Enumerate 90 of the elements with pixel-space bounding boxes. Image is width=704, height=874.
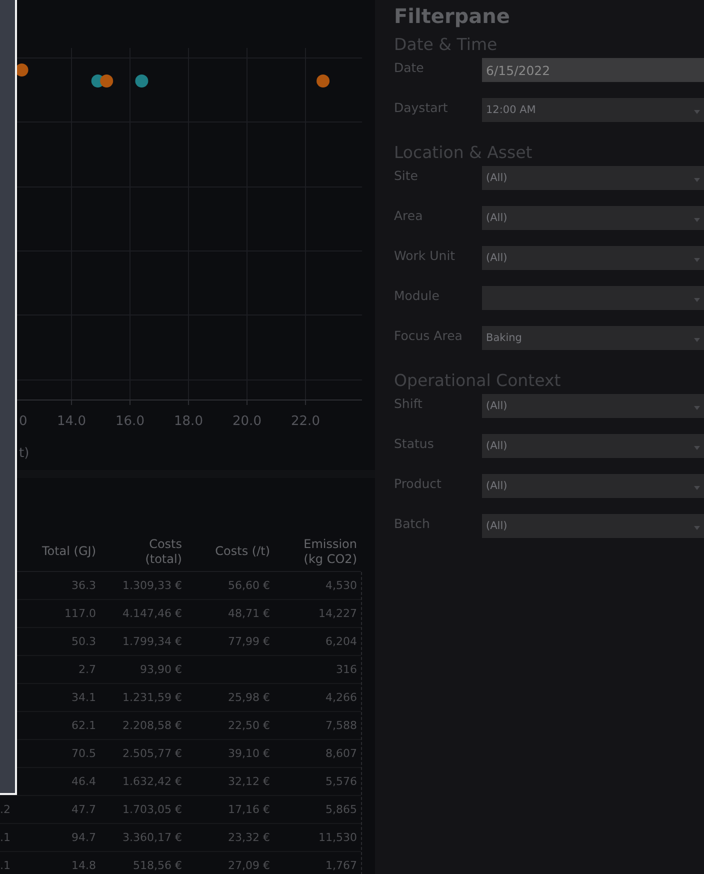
field-label: Date (394, 60, 425, 76)
field-label: Module (394, 288, 440, 304)
field-label: Status (394, 436, 435, 452)
table-cell-text: 14,227 (318, 607, 357, 620)
table-cell-text: 47.7 (70, 803, 96, 816)
table-cell-text: 70.5 (70, 747, 96, 760)
table-cell-text: 2.505,77 € (122, 747, 182, 760)
dropdown[interactable]: Baking (482, 326, 704, 350)
dropdown[interactable]: (All) (482, 246, 704, 270)
table-cell-text: 1,767 (324, 859, 357, 872)
dropdown[interactable]: (All) (482, 394, 704, 418)
column-header: Emission (kg CO2) (302, 536, 357, 566)
column-header: Costs (/t) (214, 544, 270, 559)
date-field[interactable]: 6/15/2022 (482, 58, 704, 82)
table-cell-text: 94.7 (70, 831, 96, 844)
x-tick-label: 16.0 (116, 414, 144, 429)
table-cell-text: 77,99 € (227, 635, 270, 648)
caret-icon (694, 338, 700, 342)
table-cell-text: 27,09 € (227, 859, 270, 872)
table-cell-text: 5,865 (324, 803, 357, 816)
table-cell-text: 25,98 € (227, 691, 270, 704)
caret-icon (694, 258, 700, 262)
column-header: Costs (total) (144, 536, 182, 566)
table-cell-text: 1.231,59 € (122, 691, 182, 704)
dropdown[interactable] (482, 286, 704, 310)
table-cell-text: 518,56 € (132, 859, 182, 872)
field-label: Shift (394, 396, 424, 412)
table-cell-text: 2.208,58 € (122, 719, 182, 732)
pane-title: Filterpane (394, 4, 511, 30)
caret-icon (694, 446, 700, 450)
caret-icon (694, 486, 700, 490)
table-cell-text: 39,10 € (227, 747, 270, 760)
caret-icon (694, 218, 700, 222)
table-cell-text: 93,90 € (139, 663, 182, 676)
table-cell-text: 2.7 (78, 663, 96, 676)
field-label: Batch (394, 516, 431, 532)
dropdown[interactable]: 12:00 AM (482, 98, 704, 122)
caret-icon (694, 110, 700, 114)
field-label: Focus Area (394, 328, 464, 344)
table-cell-text: 4,266 (324, 691, 357, 704)
caret-icon (694, 298, 700, 302)
table-cell-text: 22,50 € (227, 719, 270, 732)
field-label: Daystart (394, 100, 449, 116)
caret-icon (694, 406, 700, 410)
table-cell-text: 4,530 (324, 579, 357, 592)
table-cell-text: 62.1 (70, 719, 96, 732)
table-cell-text: 56,60 € (227, 579, 270, 592)
table-cell-text: 1.309,33 € (122, 579, 182, 592)
table-cell-text: 48,71 € (227, 607, 270, 620)
x-tick-label: 14.0 (57, 414, 86, 429)
table-cell-text: 11,530 (318, 831, 357, 844)
table-cell-text: 6,204 (324, 635, 357, 648)
x-tick-label: 22.0 (291, 414, 320, 429)
table-cell-text: 1.799,34 € (122, 635, 182, 648)
table-cell-text: 32,12 € (227, 775, 270, 788)
table-cell-text: 46.4 (70, 775, 96, 788)
table-cell-text: .1 (0, 831, 12, 844)
table-cell-text: 5,576 (324, 775, 357, 788)
dropdown[interactable]: (All) (482, 206, 704, 230)
dropdown[interactable]: (All) (482, 514, 704, 538)
table-cell-text: 8,607 (324, 747, 357, 760)
table-cell-text: 14.8 (70, 859, 96, 872)
table-cell-text: 4.147,46 € (122, 607, 182, 620)
column-header: Total (GJ) (40, 544, 96, 559)
field-label: Area (394, 208, 424, 224)
x-tick-label: 0 (19, 414, 28, 429)
table-cell-text: .2 (0, 803, 12, 816)
table-cell-text: 23,32 € (227, 831, 270, 844)
dropdown[interactable]: (All) (482, 474, 704, 498)
caret-icon (694, 178, 700, 182)
table-cell-text: 316 (335, 663, 357, 676)
table-cell-text: 3.360,17 € (122, 831, 182, 844)
x-tick-label: 18.0 (174, 414, 203, 429)
field-label: Site (394, 168, 419, 184)
dropdown[interactable]: (All) (482, 166, 704, 190)
table-cell-text: 34.1 (70, 691, 96, 704)
x-axis-title: t) (19, 446, 30, 461)
table-cell-text: 36.3 (70, 579, 96, 592)
table-cell-text: 7,588 (324, 719, 357, 732)
table-cell-text: 50.3 (70, 635, 96, 648)
table-cell-text: .1 (0, 859, 12, 872)
table-cell-text: 1.703,05 € (122, 803, 182, 816)
caret-icon (694, 526, 700, 530)
table-cell-text: 17,16 € (227, 803, 270, 816)
table-cell-text: 117.0 (64, 607, 96, 620)
dropdown[interactable]: (All) (482, 434, 704, 458)
field-label: Product (394, 476, 442, 492)
table-cell-text: 1.632,42 € (122, 775, 182, 788)
x-tick-label: 20.0 (232, 414, 262, 429)
field-label: Work Unit (394, 248, 456, 264)
